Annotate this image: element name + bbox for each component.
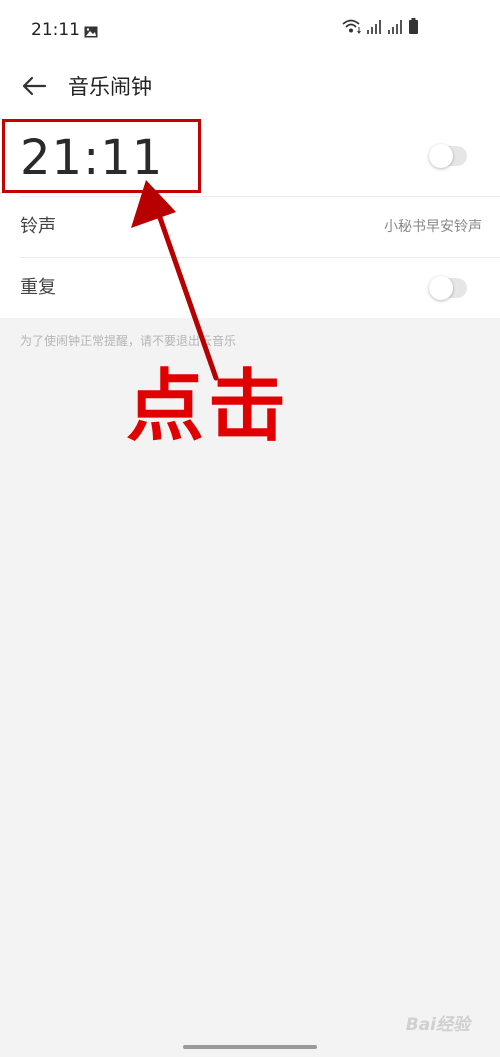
alarm-time[interactable]: 21:11 (20, 130, 163, 186)
back-button[interactable] (18, 72, 50, 104)
repeat-row: 重复 (0, 258, 500, 318)
home-indicator[interactable] (183, 1045, 317, 1049)
alarm-settings: 21:11 铃声 小秘书早安铃声 重复 (0, 114, 500, 318)
hint-text: 为了使闹钟正常提醒，请不要退出云音乐 (20, 334, 237, 348)
signal-icon (388, 19, 404, 38)
ringtone-label: 铃声 (20, 216, 56, 237)
battery-icon (409, 18, 418, 38)
wifi-icon (342, 18, 362, 38)
toggle-knob (429, 276, 453, 300)
arrow-left-icon (21, 75, 47, 101)
gallery-icon (84, 23, 98, 38)
page-title: 音乐闹钟 (68, 75, 152, 99)
watermark: Bai经验 (405, 1015, 470, 1035)
alarm-time-row: 21:11 (0, 114, 500, 197)
status-bar: 21:11 (0, 0, 500, 62)
ringtone-row[interactable]: 铃声 小秘书早安铃声 (0, 197, 500, 258)
signal-icon (367, 19, 383, 38)
repeat-toggle[interactable] (429, 276, 467, 300)
repeat-label: 重复 (20, 277, 56, 298)
status-icons (342, 18, 418, 38)
click-annotation: 点击 (126, 362, 291, 452)
app-header: 音乐闹钟 (0, 62, 500, 114)
status-time: 21:11 (31, 20, 80, 40)
alarm-toggle[interactable] (429, 144, 467, 168)
toggle-knob (429, 144, 453, 168)
ringtone-value: 小秘书早安铃声 (384, 219, 482, 235)
